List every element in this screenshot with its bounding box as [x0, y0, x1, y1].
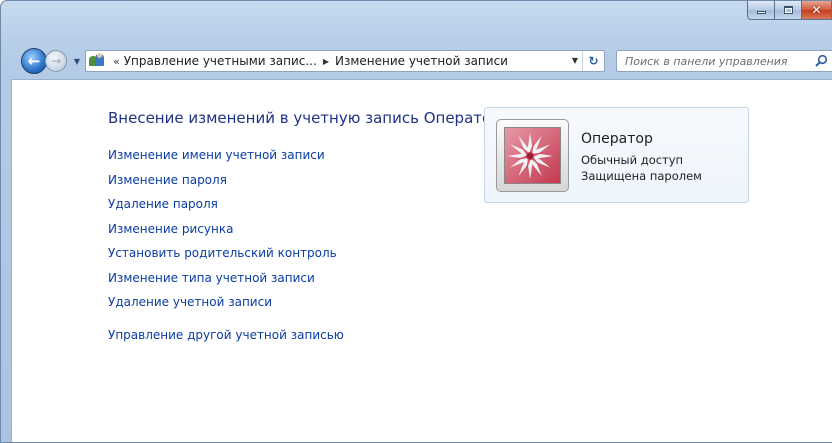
- change-name-link[interactable]: Изменение имени учетной записи: [108, 148, 325, 162]
- breadcrumb-overflow[interactable]: «: [113, 55, 120, 68]
- caption-buttons: ✕: [747, 1, 832, 21]
- flower-icon: [504, 127, 561, 184]
- list-item: Изменение пароля: [108, 173, 344, 198]
- password-status: Защищена паролем: [581, 169, 702, 183]
- back-button[interactable]: ←: [21, 48, 47, 74]
- breadcrumb-separator-icon[interactable]: ▶: [323, 57, 329, 66]
- main-content: Внесение изменений в учетную запись Опер…: [11, 79, 832, 442]
- account-type: Обычный доступ: [581, 153, 684, 167]
- close-icon: ✕: [811, 3, 822, 17]
- list-item: Удаление пароля: [108, 197, 344, 222]
- breadcrumb-change-account[interactable]: Изменение учетной записи: [335, 54, 508, 68]
- recent-pages-dropdown[interactable]: ▼: [71, 54, 83, 68]
- list-item: Изменение типа учетной записи: [108, 271, 344, 296]
- parental-controls-link[interactable]: Установить родительский контроль: [108, 246, 337, 260]
- control-panel-window: ✕ ← → ▼ « Управление учетными запис... ▶…: [0, 0, 832, 443]
- minimize-button[interactable]: [747, 1, 775, 20]
- search-icon[interactable]: [814, 54, 828, 68]
- account-card: Оператор Обычный доступ Защищена паролем: [484, 107, 749, 203]
- search-box[interactable]: [616, 50, 832, 72]
- list-item: Управление другой учетной записью: [108, 328, 344, 353]
- remove-password-link[interactable]: Удаление пароля: [108, 197, 218, 211]
- change-password-link[interactable]: Изменение пароля: [108, 173, 227, 187]
- minimize-icon: [756, 11, 766, 14]
- close-button[interactable]: ✕: [802, 1, 832, 20]
- arrow-right-icon: →: [50, 54, 62, 68]
- refresh-icon: ↻: [588, 54, 599, 68]
- change-picture-link[interactable]: Изменение рисунка: [108, 222, 233, 236]
- manage-another-account-link[interactable]: Управление другой учетной записью: [108, 328, 344, 342]
- list-item: Установить родительский контроль: [108, 246, 344, 271]
- chevron-down-icon: ▼: [73, 56, 81, 66]
- address-dropdown-icon[interactable]: ▼: [572, 56, 578, 65]
- search-input[interactable]: [625, 54, 815, 68]
- list-item: Удаление учетной записи: [108, 295, 344, 320]
- user-accounts-icon: [89, 53, 105, 69]
- avatar: [496, 119, 569, 192]
- refresh-button[interactable]: ↻: [582, 51, 604, 71]
- maximize-button[interactable]: [775, 1, 802, 20]
- address-bar[interactable]: « Управление учетными запис... ▶ Изменен…: [85, 50, 605, 72]
- account-name: Оператор: [581, 131, 653, 147]
- arrow-left-icon: ←: [27, 52, 41, 70]
- delete-account-link[interactable]: Удаление учетной записи: [108, 295, 272, 309]
- task-list: Изменение имени учетной записи Изменение…: [108, 148, 344, 352]
- change-account-type-link[interactable]: Изменение типа учетной записи: [108, 271, 315, 285]
- navigation-bar: ← → ▼ « Управление учетными запис... ▶ И…: [21, 48, 832, 74]
- maximize-icon: [783, 6, 793, 14]
- list-item: Изменение имени учетной записи: [108, 148, 344, 173]
- list-item: Изменение рисунка: [108, 222, 344, 247]
- breadcrumb-user-accounts[interactable]: Управление учетными запис...: [124, 54, 317, 68]
- forward-button[interactable]: →: [45, 50, 67, 72]
- page-title: Внесение изменений в учетную запись Опер…: [108, 109, 501, 127]
